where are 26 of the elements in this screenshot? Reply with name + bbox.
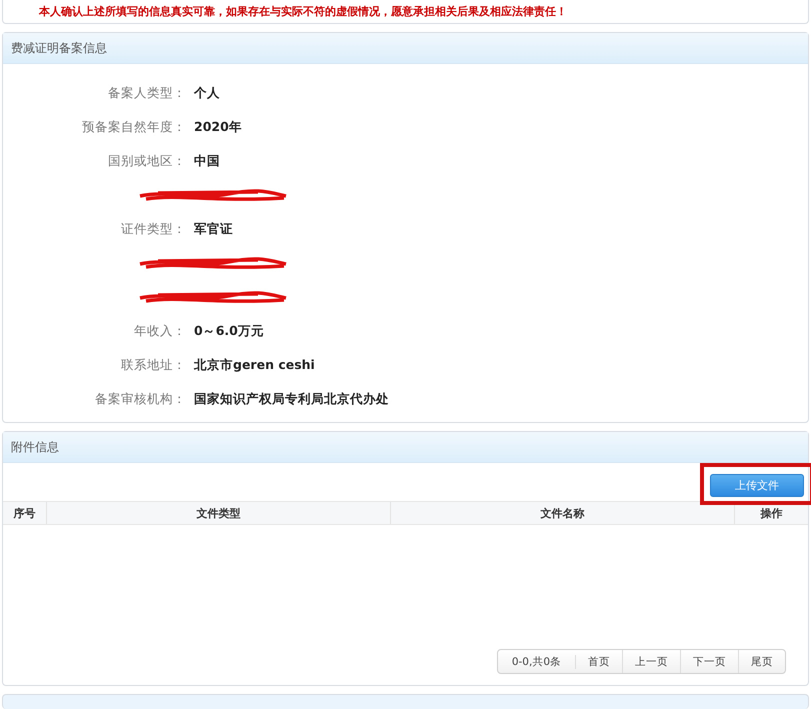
field-value: 个人 bbox=[194, 84, 220, 102]
field-value: 国家知识产权局专利局北京代办处 bbox=[194, 390, 389, 408]
field-label: 年收入： bbox=[133, 322, 187, 340]
field-value: 2020年 bbox=[194, 118, 242, 136]
field-label: 备案人类型： bbox=[107, 84, 187, 102]
field-label: 证件类型： bbox=[120, 220, 187, 238]
page-button[interactable]: 上一页 bbox=[623, 650, 681, 674]
panel-title: 费减证明备案信息 bbox=[11, 40, 107, 57]
column-header: 文件名称 bbox=[391, 502, 735, 524]
page-summary: 0-0,共0条 bbox=[498, 654, 576, 669]
column-header: 文件类型 bbox=[47, 502, 391, 524]
field-value: 中国 bbox=[194, 152, 220, 170]
page-button[interactable]: 尾页 bbox=[739, 650, 785, 674]
page-button[interactable]: 下一页 bbox=[681, 650, 739, 674]
field-label: 联系地址： bbox=[120, 356, 187, 374]
panel-title: 附件信息 bbox=[11, 438, 59, 456]
page-button[interactable]: 首页 bbox=[576, 650, 623, 674]
field-label: 国别或地区： bbox=[107, 152, 187, 170]
field-value: 军官证 bbox=[194, 220, 233, 238]
field-value: 0～6.0万元 bbox=[194, 322, 264, 340]
column-header: 序号 bbox=[3, 502, 47, 524]
notice-text: 本人确认上述所填写的信息真实可靠，如果存在与实际不符的虚假情况，愿意承担相关后果及相应法律责任！ bbox=[39, 4, 567, 20]
field-value: 北京市geren ceshi bbox=[194, 356, 315, 374]
field-label: 预备案自然年度： bbox=[81, 118, 187, 136]
field-label: 备案审核机构： bbox=[94, 390, 187, 408]
column-header: 操作 bbox=[759, 506, 784, 522]
